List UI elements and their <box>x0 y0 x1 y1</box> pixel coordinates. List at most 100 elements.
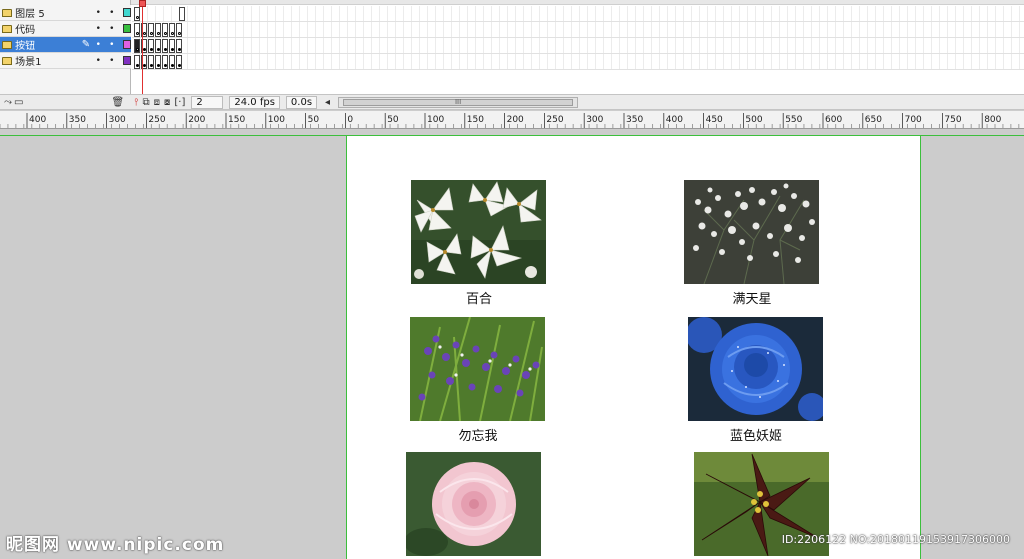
trash-icon[interactable]: 🗑 <box>111 97 124 108</box>
lock-dot-icon[interactable]: • <box>105 24 119 34</box>
visibility-dot-icon[interactable]: • <box>91 8 105 18</box>
keyframe-cell[interactable] <box>148 23 154 37</box>
flower-image-blue-rose[interactable] <box>688 317 823 421</box>
frame-row-divider <box>132 21 1024 22</box>
ruler-label: 650 <box>865 115 882 125</box>
ruler-label: 0 <box>347 115 353 125</box>
layer-row-button[interactable]: 按钮 ✎ • • <box>0 37 131 53</box>
keyframe-cell[interactable] <box>162 39 168 53</box>
layer-folder-icon <box>2 56 13 65</box>
frame-grid[interactable] <box>132 6 1024 70</box>
layer-row-code[interactable]: 代码 • • <box>0 21 131 37</box>
ruler-label: 400 <box>29 115 46 125</box>
flower-image-forget-me-not[interactable] <box>410 317 545 421</box>
keyframe-cell[interactable] <box>162 55 168 69</box>
keyframe-dot-icon <box>143 48 146 51</box>
playhead-handle[interactable] <box>139 0 146 7</box>
visibility-dot-icon[interactable]: • <box>91 40 105 50</box>
frame-row-divider <box>132 69 1024 70</box>
keyframe-dot-icon <box>157 32 160 35</box>
layer-color-swatch[interactable] <box>122 8 131 17</box>
flower-label-babys-breath: 满天星 <box>732 292 772 307</box>
edit-multiple-frames-icon[interactable]: ⧇ <box>164 97 170 108</box>
keyframe-cell[interactable] <box>134 55 140 69</box>
keyframe-dot-icon <box>143 32 146 35</box>
ruler-label: 350 <box>626 115 643 125</box>
keyframe-cell[interactable] <box>169 23 175 37</box>
frame-rate-field[interactable]: 24.0 fps <box>229 95 280 109</box>
keyframe-cell[interactable] <box>176 39 182 53</box>
layer-folder-icon <box>2 40 13 49</box>
ruler-label: 300 <box>109 115 126 125</box>
keyframe-cell[interactable] <box>176 55 182 69</box>
flower-label-forget-me-not: 勿忘我 <box>458 429 498 444</box>
keyframe-dot-icon <box>143 64 146 67</box>
ruler-label: 550 <box>785 115 802 125</box>
layer-color-swatch[interactable] <box>122 24 131 33</box>
layer-list: 图层 5 • • 代码 • • 按钮 ✎ • • 场景1 • • <box>0 0 131 96</box>
timeline-panel: 图层 5 • • 代码 • • 按钮 ✎ • • 场景1 • • <box>0 0 1024 96</box>
ruler-label: 250 <box>546 115 563 125</box>
keyframe-dot-icon <box>150 64 153 67</box>
layer-row-scene1[interactable]: 场景1 • • <box>0 53 131 69</box>
keyframe-cell[interactable] <box>134 23 140 37</box>
keyframe-dot-icon <box>178 32 181 35</box>
add-motion-guide-icon[interactable]: ⤳ <box>4 97 12 108</box>
visibility-dot-icon[interactable]: • <box>91 56 105 66</box>
keyframe-dot-icon <box>136 64 139 67</box>
add-folder-icon[interactable]: ▭ <box>14 97 23 108</box>
keyframe-cell[interactable] <box>148 55 154 69</box>
keyframe-cell[interactable] <box>169 55 175 69</box>
frame-row-divider <box>132 37 1024 38</box>
current-frame-field[interactable]: 2 <box>191 95 224 109</box>
flower-image-lily[interactable] <box>411 180 546 284</box>
scroll-left-arrow-icon[interactable]: ◂ <box>325 97 330 108</box>
watermark-right: ID:2206122 NO:20180119153917306000 <box>781 533 1010 546</box>
layer-color-swatch[interactable] <box>122 56 131 65</box>
layer-row-layer5[interactable]: 图层 5 • • <box>0 5 131 21</box>
stage-canvas[interactable]: 百合 满天星 勿忘我 蓝色妖姬 <box>346 136 921 559</box>
keyframe-cell[interactable] <box>134 39 140 53</box>
layer-name: 代码 <box>15 25 36 36</box>
ruler-label: 100 <box>427 115 444 125</box>
keyframe-cell[interactable] <box>155 55 161 69</box>
lock-dot-icon[interactable]: • <box>105 8 119 18</box>
ruler-label: 750 <box>944 115 961 125</box>
ruler-label: 200 <box>507 115 524 125</box>
ruler-label: 700 <box>905 115 922 125</box>
timeline-scrollbar[interactable]: III <box>338 96 579 108</box>
keyframe-cell[interactable] <box>162 23 168 37</box>
timeline-header-strip <box>0 0 1024 5</box>
keyframe-dot-icon <box>171 32 174 35</box>
keyframe-cell[interactable] <box>169 39 175 53</box>
keyframe-dot-icon <box>150 32 153 35</box>
lock-dot-icon[interactable]: • <box>105 56 119 66</box>
keyframe-dot-icon <box>164 64 167 67</box>
keyframe-cell[interactable] <box>148 39 154 53</box>
playhead[interactable] <box>142 0 143 96</box>
keyframe-cell[interactable] <box>155 23 161 37</box>
visibility-dot-icon[interactable]: • <box>91 24 105 34</box>
keyframe-cell[interactable] <box>176 23 182 37</box>
ruler-label: 800 <box>984 115 1001 125</box>
center-frame-icon[interactable]: ⫯ <box>134 97 138 108</box>
scrollbar-thumb[interactable]: III <box>343 98 574 106</box>
keyframe-dot-icon <box>164 48 167 51</box>
onion-outline-icon[interactable]: ⧈ <box>154 97 160 108</box>
ruler-label: 50 <box>387 115 399 125</box>
modify-markers-icon[interactable]: [·] <box>174 97 185 108</box>
end-frame-cell[interactable] <box>179 7 185 21</box>
keyframe-dot-icon <box>157 64 160 67</box>
keyframe-cell[interactable] <box>134 7 140 21</box>
horizontal-ruler[interactable]: 400 350 300 250 200 150 100 50 0 50 100 150 200 250 30… <box>0 111 1024 129</box>
keyframe-cell[interactable] <box>155 39 161 53</box>
flower-image-camellia[interactable] <box>406 452 541 556</box>
flower-label-lily: 百合 <box>465 292 492 307</box>
ruler-label: 150 <box>228 115 245 125</box>
flower-image-babys-breath[interactable] <box>684 180 819 284</box>
onion-skin-icon[interactable]: ⧉ <box>143 97 150 108</box>
layer-folder-icon <box>2 8 13 17</box>
lock-dot-icon[interactable]: • <box>105 40 119 50</box>
layer-color-swatch[interactable] <box>122 40 131 49</box>
elapsed-time-field[interactable]: 0.0s <box>285 95 318 109</box>
